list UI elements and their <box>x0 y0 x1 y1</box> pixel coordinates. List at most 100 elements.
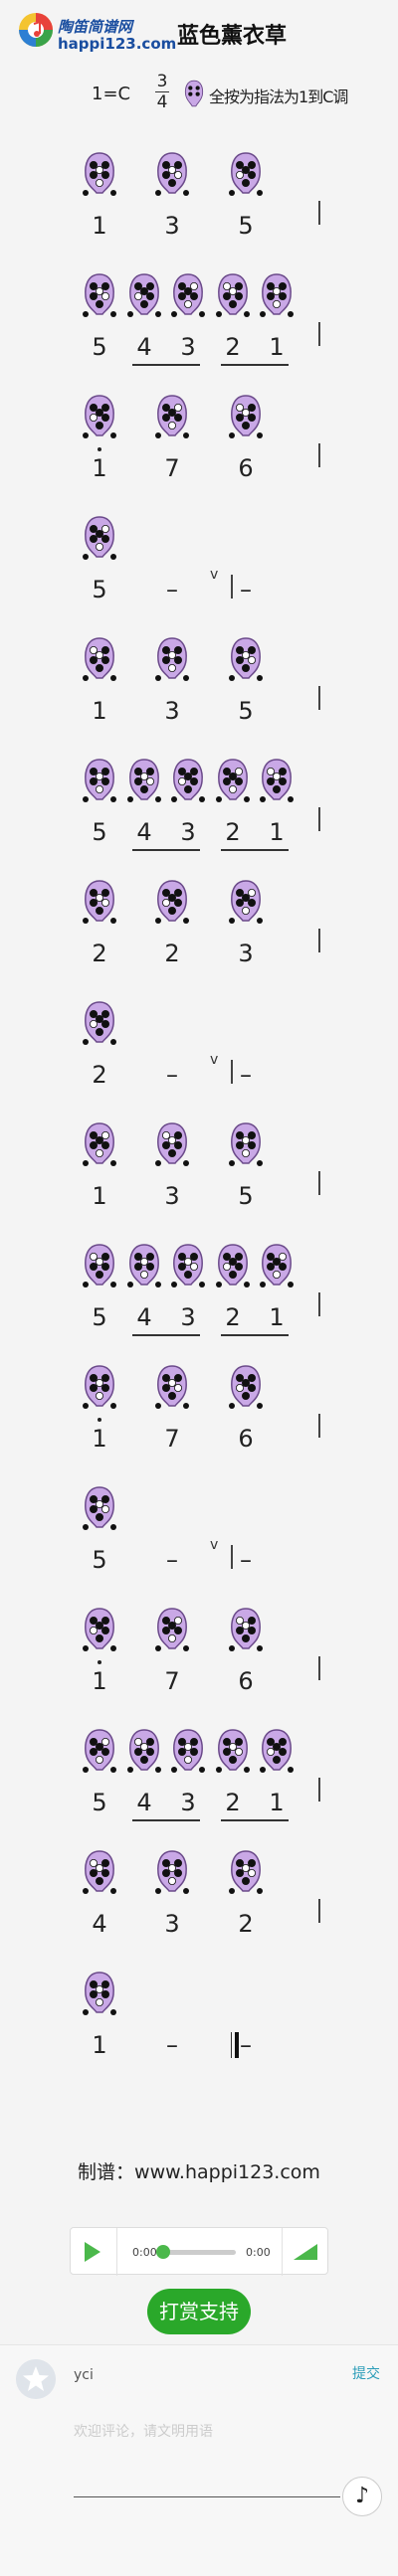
ocarina-fingering-icon <box>216 758 250 803</box>
progress-slider[interactable] <box>156 2245 236 2259</box>
beam-underline <box>221 1334 289 1336</box>
ocarina-fingering-icon <box>155 1849 189 1895</box>
play-icon[interactable] <box>85 2242 100 2262</box>
notes-row: 54321 <box>0 1778 398 1827</box>
time-signature-top: 3 <box>155 72 169 92</box>
volume-icon[interactable] <box>294 2244 317 2260</box>
note: 1 <box>92 2031 107 2059</box>
fingering-row <box>0 272 398 322</box>
note: 3 <box>164 697 180 725</box>
bar-line <box>318 1292 320 1316</box>
bar-line <box>318 807 320 831</box>
audio-player: 0:00 0:00 <box>70 2227 328 2276</box>
note: 6 <box>238 454 254 482</box>
note: 6 <box>238 1667 254 1695</box>
note: 3 <box>180 1789 196 1816</box>
ocarina-fingering-icon <box>83 515 116 561</box>
ocarina-fingering-icon <box>83 636 116 682</box>
notes-row: 1 7 6 <box>0 1656 398 1706</box>
music-note-icon[interactable]: ♪ <box>342 2477 382 2516</box>
submit-button[interactable]: 提交 <box>352 2363 380 2383</box>
bar-line <box>318 1171 320 1195</box>
note: 3 <box>164 212 180 240</box>
notes-row: 1 3 5 <box>0 686 398 736</box>
notes-row: 54321 <box>0 1292 398 1342</box>
bar-line <box>318 1656 320 1680</box>
fingering-row <box>0 879 398 929</box>
note: 5 <box>238 1182 254 1210</box>
note: 1 <box>269 1789 285 1816</box>
fingering-row <box>0 1849 398 1899</box>
comment-box: yci 提交 欢迎评论，请文明用语 ♪ <box>0 2344 398 2576</box>
ocarina-fingering-icon <box>83 1849 116 1895</box>
current-time: 0:00 <box>132 2246 157 2259</box>
fingering-row <box>0 151 398 201</box>
notes-row: 54321 <box>0 807 398 857</box>
note: – <box>166 2031 178 2059</box>
note: 3 <box>164 1910 180 1938</box>
note: – <box>166 1546 178 1574</box>
beam-underline <box>221 364 289 366</box>
beam-underline <box>221 849 289 851</box>
note: 5 <box>92 576 107 603</box>
notes-row: 1 3 5 <box>0 1171 398 1221</box>
ocarina-fingering-icon <box>155 1364 189 1410</box>
note: 3 <box>238 940 254 967</box>
comment-input[interactable]: 欢迎评论，请文明用语 <box>74 2421 213 2441</box>
note: 5 <box>92 1546 107 1574</box>
note: 4 <box>136 818 152 846</box>
ocarina-fingering-icon <box>83 1000 116 1046</box>
ocarina-fingering-icon <box>83 1243 116 1288</box>
ocarina-fingering-icon <box>229 636 263 682</box>
site-logo-icon[interactable] <box>16 10 56 50</box>
page-title: 蓝色薰衣草 <box>177 24 288 49</box>
notes-row: 2 2 3 <box>0 929 398 978</box>
note: 4 <box>136 333 152 361</box>
ocarina-fingering-icon <box>260 758 294 803</box>
note: 7 <box>164 454 180 482</box>
note: 6 <box>238 1425 254 1453</box>
ocarina-fingering-icon <box>127 758 161 803</box>
note: 2 <box>225 1303 241 1331</box>
fingering-row <box>0 636 398 686</box>
progress-knob[interactable] <box>156 2245 170 2259</box>
ocarina-fingering-icon <box>83 1364 116 1410</box>
divider <box>116 2228 117 2276</box>
fingering-prefix: 全按为 <box>209 87 255 106</box>
ocarina-fingering-icon <box>229 151 263 197</box>
ocarina-fingering-icon <box>229 394 263 439</box>
note: 1 <box>88 447 111 483</box>
note: 1 <box>269 1303 285 1331</box>
time-signature-bottom: 4 <box>156 92 168 112</box>
ocarina-fingering-icon <box>127 272 161 318</box>
ocarina-fingering-icon <box>216 1243 250 1288</box>
note: 4 <box>92 1910 107 1938</box>
note: 2 <box>92 940 107 967</box>
ocarina-fingering-icon <box>155 879 189 925</box>
note: 3 <box>164 1182 180 1210</box>
note: 3 <box>180 1303 196 1331</box>
logo-text-cn: 陶笛简谱网 <box>58 18 133 36</box>
bar-line <box>318 1414 320 1438</box>
note: 5 <box>92 1789 107 1816</box>
notes-row: 1 7 6 <box>0 1414 398 1463</box>
bar-line <box>318 686 320 710</box>
breath-mark: v <box>210 567 219 583</box>
note: – <box>240 576 252 603</box>
notes-row: 1 7 6 <box>0 443 398 493</box>
note: 5 <box>238 212 254 240</box>
bar-line <box>231 575 233 599</box>
bar-line <box>318 322 320 346</box>
note: 1 <box>88 1660 111 1696</box>
note: – <box>166 1061 178 1089</box>
ocarina-fingering-icon <box>171 272 205 318</box>
ocarina-fingering-icon <box>83 1121 116 1167</box>
reward-button[interactable]: 打赏支持 <box>147 2289 251 2334</box>
fingering-row <box>0 1243 398 1292</box>
beam-underline <box>132 1334 200 1336</box>
fingering-row <box>0 758 398 807</box>
note: 2 <box>238 1910 254 1938</box>
comment-username: yci <box>74 2367 94 2383</box>
note: 2 <box>225 333 241 361</box>
note: 5 <box>238 697 254 725</box>
